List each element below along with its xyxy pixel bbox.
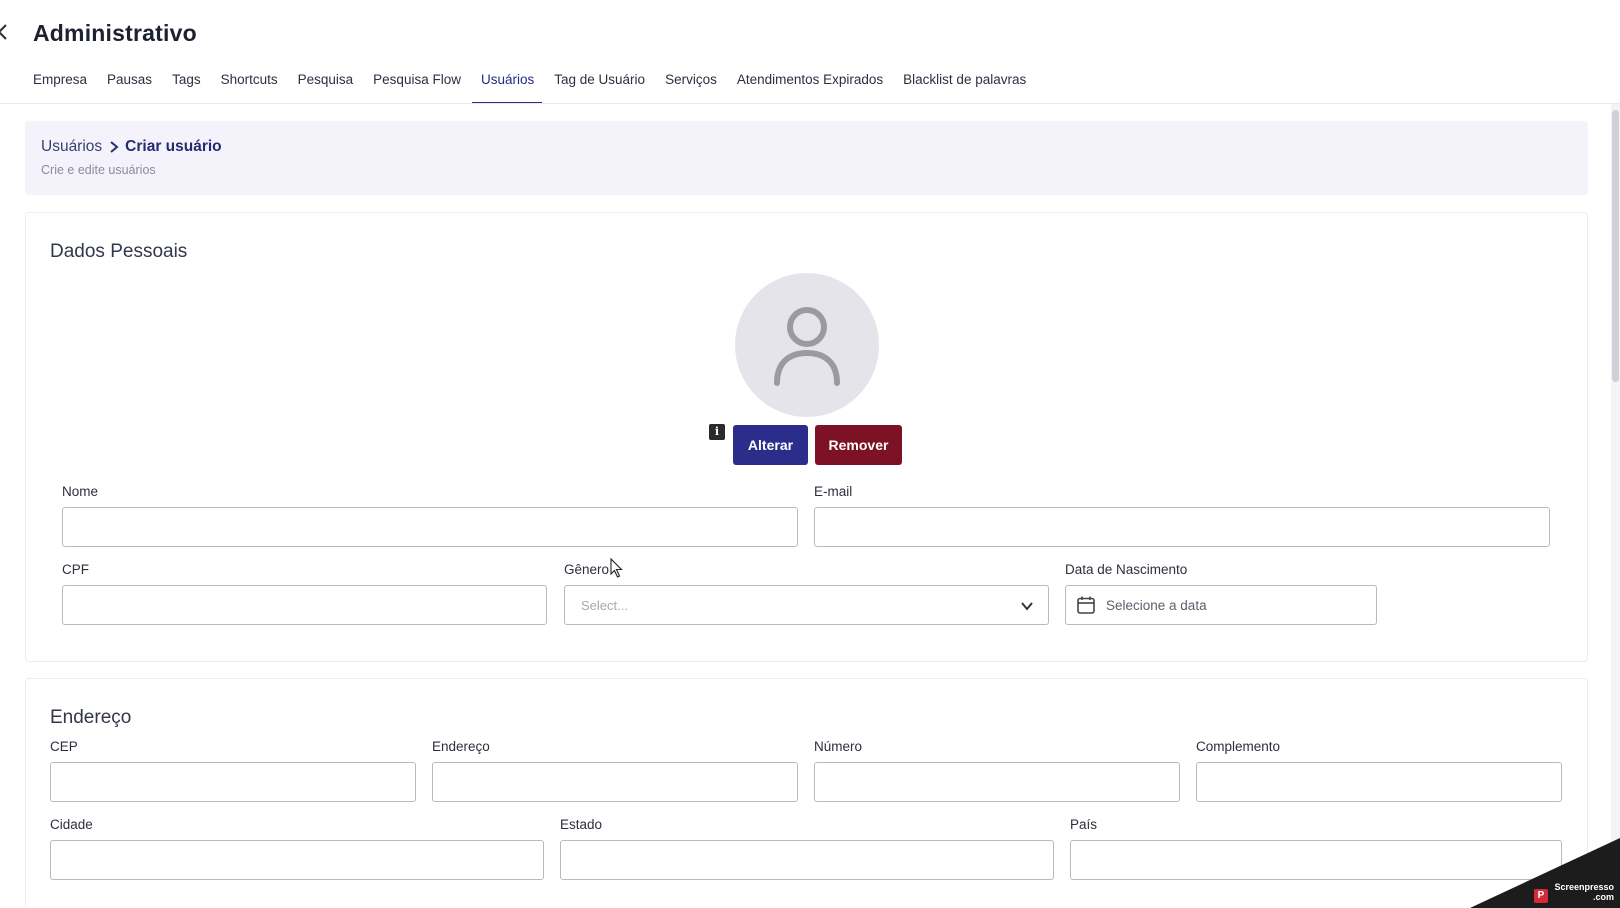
cpf-input[interactable] (62, 585, 547, 625)
tab-tags[interactable]: Tags (172, 62, 201, 104)
admin-tabs: Empresa Pausas Tags Shortcuts Pesquisa P… (33, 62, 1046, 104)
numero-input[interactable] (814, 762, 1180, 802)
endereco-label: Endereço (432, 739, 490, 754)
back-chevron-icon[interactable] (0, 22, 12, 42)
calendar-icon (1077, 596, 1095, 614)
email-input[interactable] (814, 507, 1550, 547)
watermark-text: Screenpresso .com (1554, 882, 1614, 902)
genero-placeholder: Select... (581, 598, 628, 613)
tab-servicos[interactable]: Serviços (665, 62, 717, 104)
genero-label: Gênero (564, 562, 610, 577)
numero-label: Número (814, 739, 863, 754)
cep-input[interactable] (50, 762, 416, 802)
breadcrumb: Usuários Criar usuário (41, 138, 222, 156)
avatar (735, 273, 879, 417)
personal-data-card: Dados Pessoais i Alterar Remover Nome E-… (25, 212, 1588, 662)
page-header-card: Usuários Criar usuário Crie e edite usuá… (25, 121, 1588, 195)
screenpresso-logo-icon: P (1534, 889, 1548, 903)
mouse-cursor-icon (610, 558, 623, 578)
tab-shortcuts[interactable]: Shortcuts (221, 62, 278, 104)
tab-pesquisa-flow[interactable]: Pesquisa Flow (373, 62, 461, 104)
tab-pesquisa[interactable]: Pesquisa (298, 62, 354, 104)
chevron-down-icon (1021, 602, 1033, 611)
watermark-line1: Screenpresso (1554, 882, 1614, 892)
tab-atendimentos-expirados[interactable]: Atendimentos Expirados (737, 62, 883, 104)
complemento-input[interactable] (1196, 762, 1562, 802)
nome-label: Nome (62, 484, 99, 499)
endereco-input[interactable] (432, 762, 798, 802)
personal-data-title: Dados Pessoais (50, 241, 188, 262)
tab-blacklist-de-palavras[interactable]: Blacklist de palavras (903, 62, 1026, 104)
address-card: Endereço CEP Endereço Número Complemento… (25, 678, 1588, 908)
address-title: Endereço (50, 707, 132, 728)
page-subtitle: Crie e edite usuários (41, 163, 156, 177)
remove-photo-button[interactable]: Remover (815, 425, 902, 465)
info-icon[interactable]: i (709, 424, 725, 440)
change-photo-button[interactable]: Alterar (733, 425, 808, 465)
user-icon (774, 307, 840, 386)
cidade-label: Cidade (50, 817, 93, 832)
tab-usuarios[interactable]: Usuários (471, 62, 543, 104)
tabs-divider (0, 103, 1620, 104)
watermark-line2: .com (1592, 892, 1614, 902)
email-label: E-mail (814, 484, 853, 499)
tab-empresa[interactable]: Empresa (33, 62, 87, 104)
scrollbar-thumb[interactable] (1612, 110, 1619, 382)
nome-input[interactable] (62, 507, 798, 547)
tab-pausas[interactable]: Pausas (107, 62, 152, 104)
pais-label: País (1070, 817, 1098, 832)
estado-label: Estado (560, 817, 603, 832)
genero-select[interactable]: Select... (564, 585, 1049, 625)
complemento-label: Complemento (1196, 739, 1281, 754)
breadcrumb-current: Criar usuário (125, 138, 222, 155)
cep-label: CEP (50, 739, 78, 754)
cidade-input[interactable] (50, 840, 544, 880)
nascimento-placeholder: Selecione a data (1106, 598, 1207, 613)
nascimento-datepicker[interactable]: Selecione a data (1065, 585, 1377, 625)
page-title: Administrativo (33, 20, 197, 46)
tab-tag-de-usuario[interactable]: Tag de Usuário (554, 62, 645, 104)
estado-input[interactable] (560, 840, 1054, 880)
breadcrumb-parent-link[interactable]: Usuários (41, 138, 102, 156)
screenpresso-watermark: P Screenpresso .com (1470, 838, 1620, 908)
chevron-right-icon (110, 141, 119, 153)
cpf-label: CPF (62, 562, 89, 577)
nascimento-label: Data de Nascimento (1065, 562, 1188, 577)
